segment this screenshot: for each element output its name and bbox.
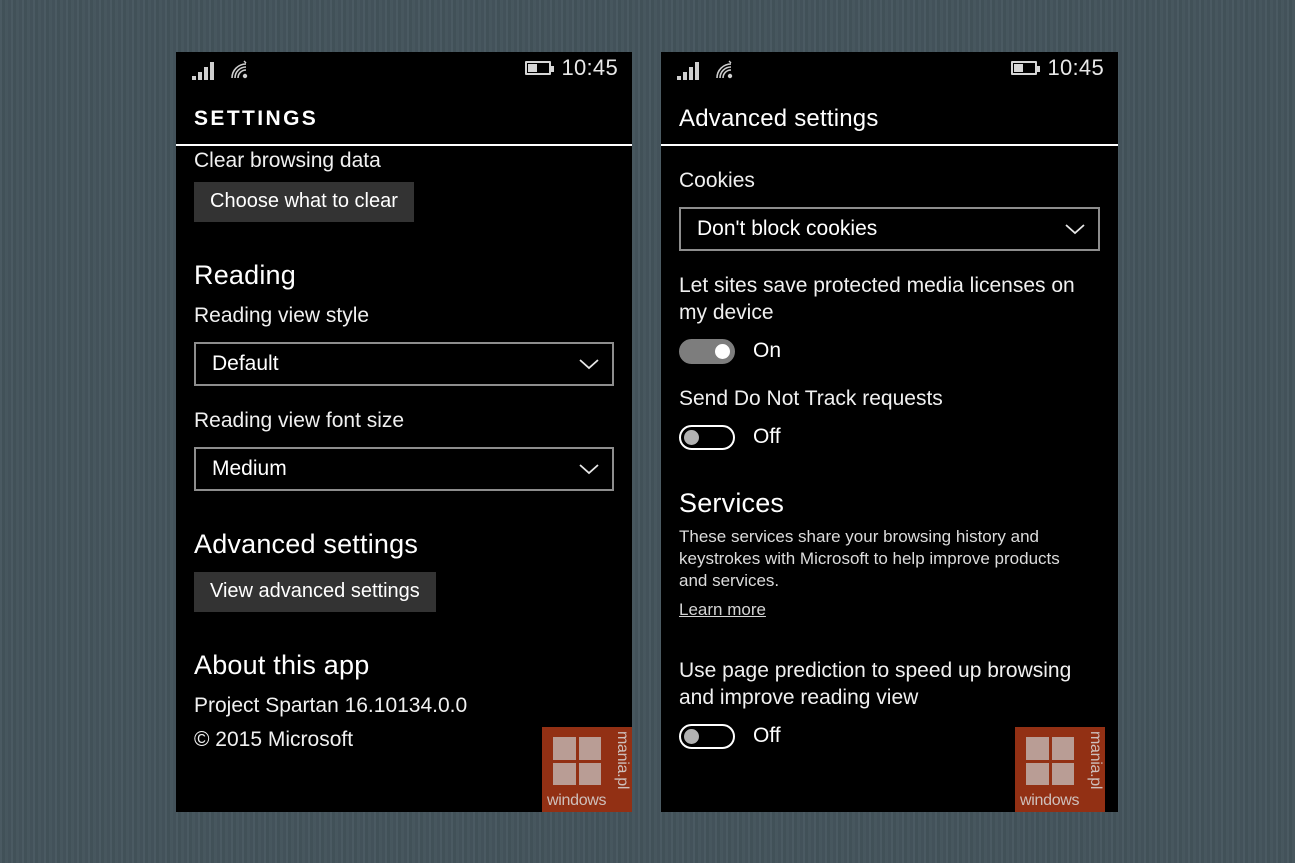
watermark-badge: windows mania.pl <box>542 727 632 812</box>
watermark-brand-word: windows <box>547 792 606 810</box>
page-prediction-toggle-state: Off <box>753 724 781 748</box>
services-description: These services share your browsing histo… <box>679 526 1079 593</box>
page-title: Advanced settings <box>679 105 879 133</box>
about-this-app-section-title: About this app <box>194 650 614 681</box>
status-bar: 10:45 <box>176 52 632 94</box>
watermark-badge: windows mania.pl <box>1015 727 1105 812</box>
page-header: Advanced settings <box>661 94 1118 144</box>
status-bar-right: 10:45 <box>1011 57 1104 79</box>
reading-view-style-dropdown[interactable]: Default <box>194 342 614 386</box>
do-not-track-label: Send Do Not Track requests <box>679 386 1100 413</box>
advanced-settings-content: Cookies Don't block cookies Let sites sa… <box>661 146 1118 762</box>
view-advanced-settings-button[interactable]: View advanced settings <box>194 572 436 612</box>
media-licenses-toggle-row[interactable]: On <box>679 339 1100 364</box>
app-version-label: Project Spartan 16.10134.0.0 <box>194 693 614 720</box>
page-header: SETTINGS <box>176 94 632 144</box>
cookies-value: Don't block cookies <box>697 217 877 241</box>
wifi-icon <box>715 60 739 80</box>
clear-browsing-data-label: Clear browsing data <box>194 148 614 175</box>
battery-icon <box>1011 61 1037 75</box>
services-section-title: Services <box>679 488 1100 519</box>
chevron-down-icon <box>578 357 600 371</box>
cookies-dropdown[interactable]: Don't block cookies <box>679 207 1100 251</box>
do-not-track-toggle-state: Off <box>753 425 781 449</box>
page-prediction-toggle[interactable] <box>679 724 735 749</box>
windows-logo-icon <box>553 737 601 785</box>
learn-more-link[interactable]: Learn more <box>679 600 766 620</box>
status-clock: 10:45 <box>561 57 618 79</box>
reading-section-title: Reading <box>194 260 614 291</box>
wifi-icon <box>230 60 254 80</box>
status-clock: 10:45 <box>1047 57 1104 79</box>
cookies-label: Cookies <box>679 168 1100 195</box>
settings-content: Clear browsing data Choose what to clear… <box>176 146 632 762</box>
battery-icon <box>525 61 551 75</box>
reading-view-style-label: Reading view style <box>194 303 614 330</box>
media-licenses-toggle[interactable] <box>679 339 735 364</box>
watermark-brand-vertical: mania.pl <box>613 731 631 789</box>
watermark-brand-word: windows <box>1020 792 1079 810</box>
reading-view-font-size-value: Medium <box>212 457 287 481</box>
do-not-track-toggle-row[interactable]: Off <box>679 425 1100 450</box>
status-bar: 10:45 <box>661 52 1118 94</box>
watermark-brand-vertical: mania.pl <box>1086 731 1104 789</box>
reading-view-font-size-label: Reading view font size <box>194 408 614 435</box>
status-bar-right: 10:45 <box>525 57 618 79</box>
status-bar-left <box>192 60 254 80</box>
status-bar-left <box>677 60 739 80</box>
cellular-signal-icon <box>192 62 214 80</box>
advanced-settings-section-title: Advanced settings <box>194 529 614 560</box>
chevron-down-icon <box>1064 222 1086 236</box>
page-title: SETTINGS <box>194 107 318 131</box>
do-not-track-toggle[interactable] <box>679 425 735 450</box>
chevron-down-icon <box>578 462 600 476</box>
cellular-signal-icon <box>677 62 699 80</box>
settings-phone-screen: 10:45 SETTINGS Clear browsing data Choos… <box>176 52 632 812</box>
advanced-settings-phone-screen: 10:45 Advanced settings Cookies Don't bl… <box>661 52 1118 812</box>
reading-view-font-size-dropdown[interactable]: Medium <box>194 447 614 491</box>
windows-logo-icon <box>1026 737 1074 785</box>
media-licenses-label: Let sites save protected media licenses … <box>679 273 1100 327</box>
page-prediction-label: Use page prediction to speed up browsing… <box>679 658 1100 712</box>
media-licenses-toggle-state: On <box>753 339 781 363</box>
reading-view-style-value: Default <box>212 352 279 376</box>
choose-what-to-clear-button[interactable]: Choose what to clear <box>194 182 414 222</box>
